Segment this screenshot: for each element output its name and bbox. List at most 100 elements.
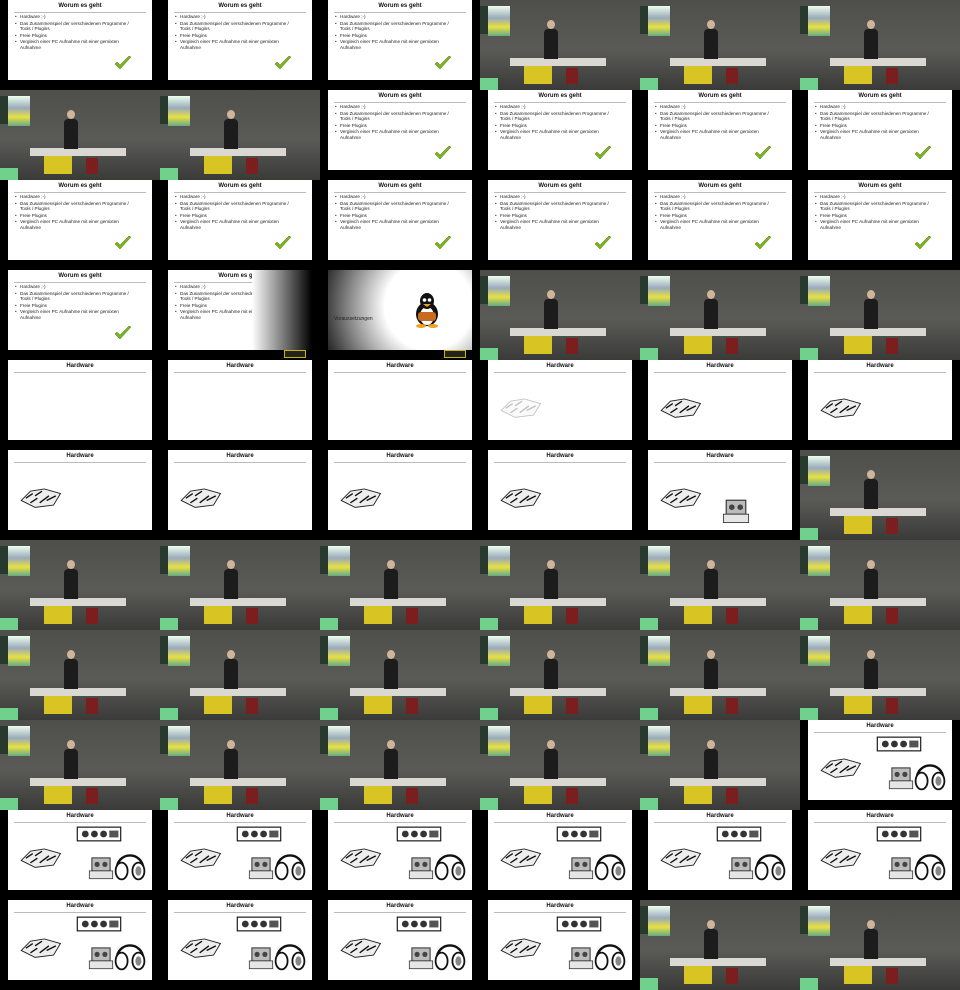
video-thumbnail[interactable] — [800, 0, 960, 90]
mixer-device-icon — [88, 947, 114, 970]
event-poster — [808, 546, 830, 576]
video-thumbnail[interactable]: Worum es gehtHardware ;-)Das Zusammenspi… — [800, 180, 960, 270]
video-thumbnail[interactable]: Worum es gehtHardware ;-)Das Zusammenspi… — [0, 180, 160, 270]
video-thumbnail[interactable] — [480, 720, 640, 810]
video-thumbnail[interactable] — [640, 540, 800, 630]
mixer-device-icon — [722, 499, 750, 524]
transition-fade — [328, 270, 472, 350]
video-thumbnail[interactable]: HardwareOpen Source Plugins für die Audi… — [480, 900, 640, 990]
speaker — [224, 740, 238, 780]
video-thumbnail[interactable] — [320, 630, 480, 720]
lecture-hall-photo — [0, 90, 160, 180]
slide-title: Hardware — [866, 723, 894, 729]
lectern-desk — [190, 688, 286, 696]
video-thumbnail[interactable]: HardwareOpen Source Plugins für die Audi… — [160, 900, 320, 990]
event-logo — [444, 350, 466, 358]
lectern-banner — [524, 336, 552, 354]
bullet-item: Freie Plugins — [15, 33, 138, 39]
video-thumbnail[interactable]: Worum es gehtHardware ;-)Das Zusammenspi… — [640, 180, 800, 270]
slide-voraussetzungen: Voraussetzungen — [328, 270, 472, 358]
lecture-hall-photo — [0, 540, 160, 630]
floor-light — [320, 618, 338, 630]
slide-title: Hardware — [546, 363, 574, 369]
video-thumbnail[interactable]: HardwareOpen Source Plugins für die Audi… — [320, 810, 480, 900]
video-thumbnail[interactable] — [0, 720, 160, 810]
video-thumbnail[interactable]: Worum es gehtHardware ;-)Das Zusammenspi… — [640, 90, 800, 180]
video-thumbnail[interactable]: HardwareOpen Source Plugins für die Audi… — [640, 450, 800, 540]
video-thumbnail[interactable] — [320, 720, 480, 810]
video-thumbnail[interactable] — [480, 0, 640, 90]
video-thumbnail[interactable] — [640, 630, 800, 720]
video-thumbnail[interactable] — [480, 540, 640, 630]
speaker-body — [704, 749, 718, 779]
video-thumbnail[interactable]: HardwareOpen Source Plugins für die Audi… — [320, 360, 480, 450]
video-thumbnail[interactable] — [480, 270, 640, 360]
video-thumbnail[interactable]: HardwareOpen Source Plugins für die Audi… — [320, 450, 480, 540]
video-thumbnail[interactable]: HardwareOpen Source Plugins für die Audi… — [160, 450, 320, 540]
video-thumbnail[interactable]: HardwareOpen Source Plugins für die Audi… — [160, 360, 320, 450]
bullet-list: Hardware ;-)Das Zusammenspiel der versch… — [654, 194, 778, 232]
video-thumbnail[interactable]: Worum es gehtHardware ;-)Das Zusammenspi… — [800, 90, 960, 180]
video-thumbnail[interactable] — [320, 540, 480, 630]
video-thumbnail[interactable]: Worum es gehtHardware ;-)Das Zusammenspi… — [160, 270, 320, 360]
event-poster — [648, 726, 670, 756]
video-thumbnail[interactable]: Worum es gehtHardware ;-)Das Zusammenspi… — [160, 0, 320, 90]
video-thumbnail[interactable] — [640, 0, 800, 90]
video-thumbnail[interactable]: HardwareOpen Source Plugins für die Audi… — [0, 450, 160, 540]
video-thumbnail[interactable]: HardwareOpen Source Plugins für die Audi… — [800, 360, 960, 450]
bullet-list: Hardware ;-)Das Zusammenspiel der versch… — [174, 194, 298, 232]
red-chair — [726, 608, 738, 624]
video-thumbnail[interactable]: HardwareOpen Source Plugins für die Audi… — [480, 810, 640, 900]
video-thumbnail[interactable]: HardwareOpen Source Plugins für die Audi… — [800, 720, 960, 810]
video-thumbnail[interactable] — [160, 720, 320, 810]
video-thumbnail[interactable]: VoraussetzungenOpen Source Plugins für d… — [320, 270, 480, 360]
video-thumbnail[interactable] — [160, 90, 320, 180]
speaker-head — [707, 740, 715, 749]
video-thumbnail[interactable] — [160, 630, 320, 720]
video-thumbnail[interactable] — [0, 540, 160, 630]
video-thumbnail[interactable] — [640, 270, 800, 360]
video-thumbnail[interactable]: HardwareOpen Source Plugins für die Audi… — [0, 810, 160, 900]
video-thumbnail[interactable]: HardwareOpen Source Plugins für die Audi… — [800, 810, 960, 900]
video-thumbnail[interactable] — [800, 270, 960, 360]
video-thumbnail[interactable] — [480, 630, 640, 720]
video-thumbnail[interactable]: HardwareOpen Source Plugins für die Audi… — [480, 360, 640, 450]
event-poster — [8, 96, 30, 126]
video-thumbnail[interactable]: Worum es gehtHardware ;-)Das Zusammenspi… — [320, 180, 480, 270]
audio-interface-rack-icon — [76, 826, 122, 842]
video-thumbnail[interactable]: HardwareOpen Source Plugins für die Audi… — [640, 360, 800, 450]
bullet-item: Freie Plugins — [175, 213, 298, 219]
video-thumbnail[interactable]: HardwareOpen Source Plugins für die Audi… — [480, 450, 640, 540]
video-thumbnail[interactable] — [640, 720, 800, 810]
title-rule — [174, 462, 306, 463]
slide-title: Hardware — [226, 813, 254, 819]
video-thumbnail[interactable] — [800, 900, 960, 990]
video-thumbnail[interactable]: Worum es gehtHardware ;-)Das Zusammenspi… — [0, 0, 160, 90]
video-thumbnail[interactable]: HardwareOpen Source Plugins für die Audi… — [0, 900, 160, 990]
bullet-item: Das Zusammenspiel der verschiedenen Prog… — [175, 201, 298, 212]
video-thumbnail[interactable]: Worum es gehtHardware ;-)Das Zusammenspi… — [0, 270, 160, 360]
video-thumbnail[interactable] — [160, 540, 320, 630]
slide-hardware: Hardware — [648, 810, 792, 890]
video-thumbnail[interactable]: HardwareOpen Source Plugins für die Audi… — [640, 810, 800, 900]
video-thumbnail[interactable]: HardwareOpen Source Plugins für die Audi… — [0, 360, 160, 450]
video-thumbnail[interactable]: Worum es gehtHardware ;-)Das Zusammenspi… — [480, 90, 640, 180]
video-thumbnail[interactable]: Worum es gehtHardware ;-)Das Zusammenspi… — [320, 90, 480, 180]
video-thumbnail[interactable] — [800, 450, 960, 540]
video-thumbnail[interactable] — [800, 540, 960, 630]
video-thumbnail[interactable]: HardwareOpen Source Plugins für die Audi… — [160, 810, 320, 900]
mixer-device-icon — [248, 947, 274, 970]
video-thumbnail[interactable]: Worum es gehtHardware ;-)Das Zusammenspi… — [320, 0, 480, 90]
red-chair — [886, 518, 898, 534]
mixer-device-icon — [568, 857, 594, 880]
video-thumbnail[interactable]: Worum es gehtHardware ;-)Das Zusammenspi… — [160, 180, 320, 270]
video-thumbnail[interactable]: Worum es gehtHardware ;-)Das Zusammenspi… — [480, 180, 640, 270]
video-thumbnail[interactable] — [800, 630, 960, 720]
speaker — [544, 290, 558, 330]
bullet-item: Vergleich einer PC Aufnahme mit einer ge… — [495, 219, 618, 230]
video-thumbnail[interactable] — [640, 900, 800, 990]
video-thumbnail[interactable] — [0, 90, 160, 180]
video-thumbnail[interactable]: HardwareOpen Source Plugins für die Audi… — [320, 900, 480, 990]
lectern-desk — [670, 958, 766, 966]
video-thumbnail[interactable] — [0, 630, 160, 720]
